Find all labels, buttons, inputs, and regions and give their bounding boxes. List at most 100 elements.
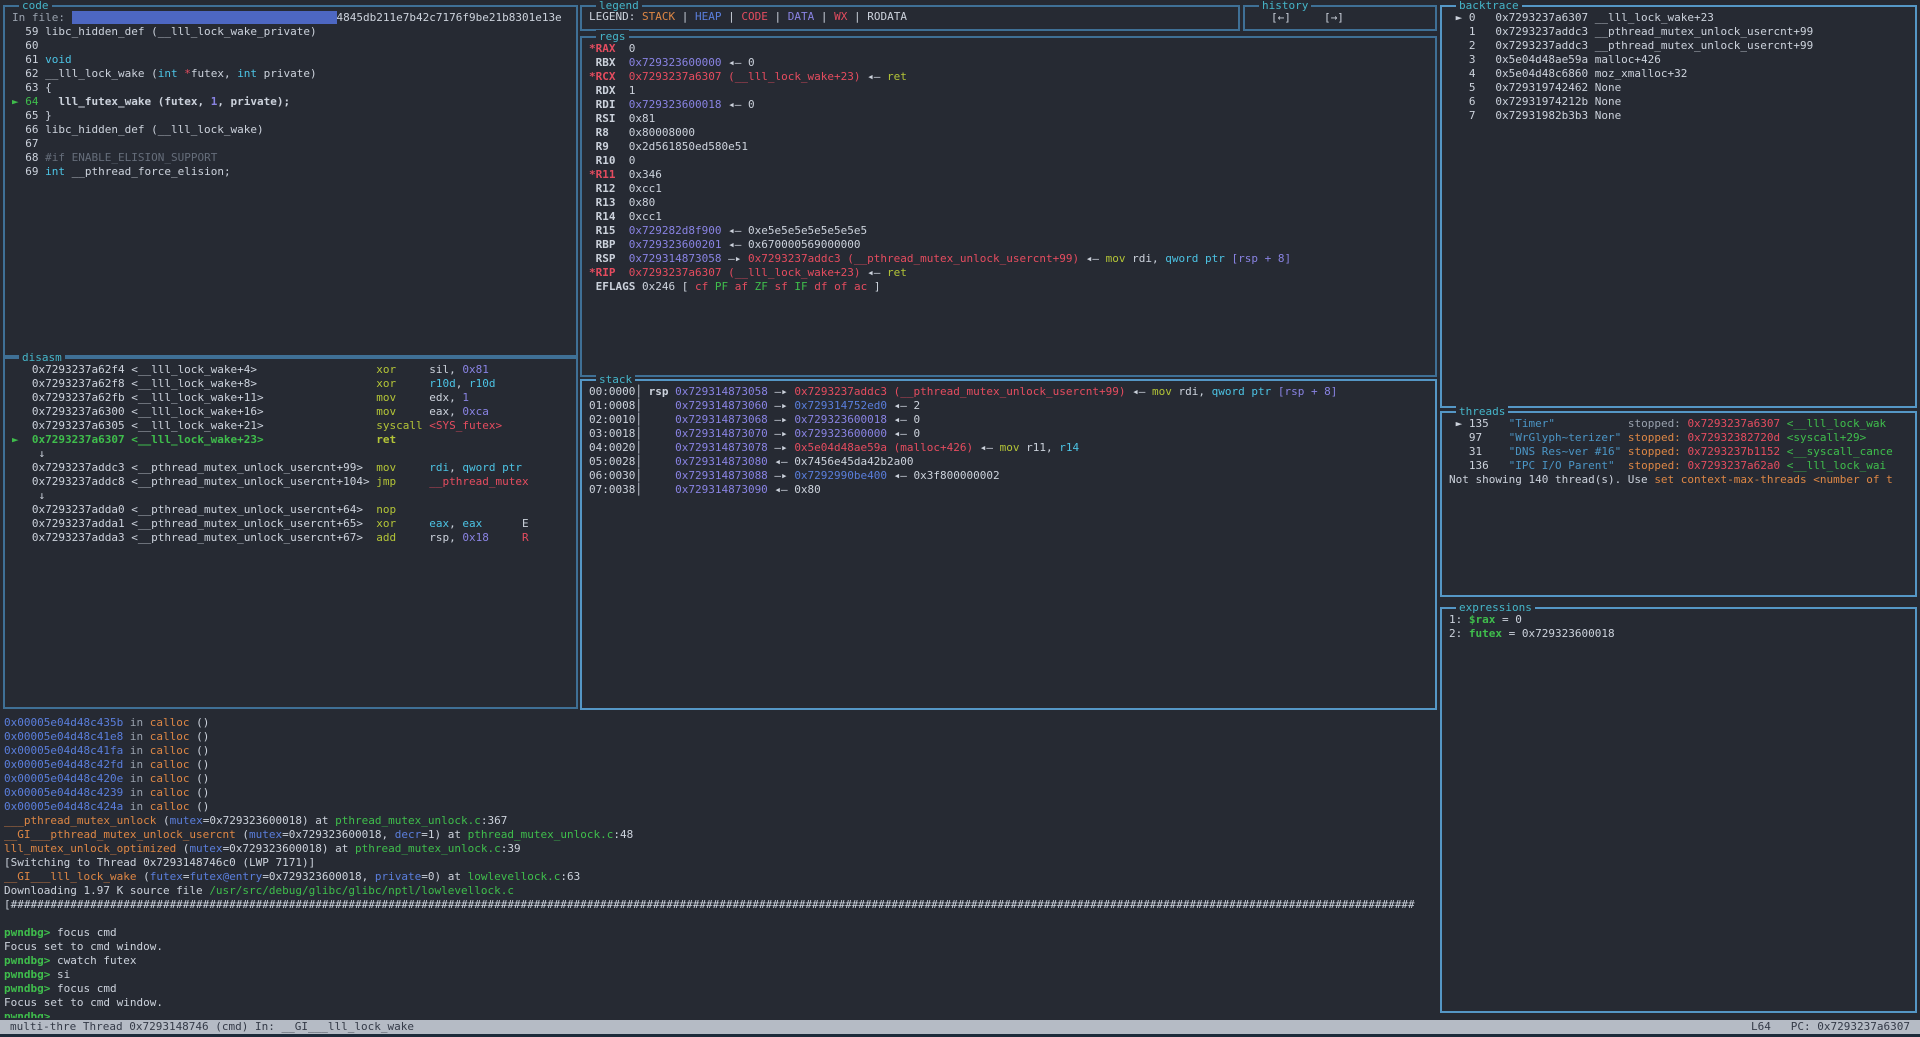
threads-panel: threads ► 135 "Timer" stopped: 0x7293237… xyxy=(1440,411,1917,597)
terminal-line: 0x00005e04d48c4239 in calloc () xyxy=(4,786,1437,800)
terminal-line: 01:0008│ 0x729314873060 —▸ 0x729314752ed… xyxy=(589,399,1428,413)
history-back-button[interactable]: [←] xyxy=(1271,11,1291,24)
terminal-line: ↓ xyxy=(12,447,569,461)
terminal-line: EFLAGS 0x246 [ cf PF af ZF sf IF df of a… xyxy=(589,280,1428,294)
registers-content: *RAX 0 RBX 0x729323600000 ◂— 0*RCX 0x729… xyxy=(582,38,1435,375)
terminal-line: 04:0020│ 0x729314873078 —▸ 0x5e04d48ae59… xyxy=(589,441,1428,455)
terminal-line: 02:0010│ 0x729314873068 —▸ 0x72932360001… xyxy=(589,413,1428,427)
terminal-line: pwndbg> xyxy=(4,1010,1437,1018)
disassembly-panel-title: disasm xyxy=(19,351,65,364)
terminal-line: pwndbg> focus cmd xyxy=(4,982,1437,996)
status-bar: multi-thre Thread 0x7293148746 (cmd) In:… xyxy=(0,1020,1920,1034)
terminal-line: *RCX 0x7293237a6307 (__lll_lock_wake+23)… xyxy=(589,70,1428,84)
terminal-line: *RIP 0x7293237a6307 (__lll_lock_wake+23)… xyxy=(589,266,1428,280)
code-panel: code In file: 4845db211e7b42c7176f9be21b… xyxy=(3,5,578,357)
terminal-line: 0x00005e04d48c41e8 in calloc () xyxy=(4,730,1437,744)
terminal-line: 0x00005e04d48c41fa in calloc () xyxy=(4,744,1437,758)
stack-content: 00:0000│ rsp 0x729314873058 —▸ 0x7293237… xyxy=(582,381,1435,708)
history-forward-button[interactable]: [→] xyxy=(1324,11,1344,24)
legend-panel-title: legend xyxy=(596,0,642,12)
command-output-area[interactable]: 0x00005e04d48c435b in calloc ()0x00005e0… xyxy=(4,716,1437,1018)
terminal-line: RBX 0x729323600000 ◂— 0 xyxy=(589,56,1428,70)
terminal-line: R10 0 xyxy=(589,154,1428,168)
backtrace-panel-title: backtrace xyxy=(1456,0,1522,12)
terminal-line: 00:0000│ rsp 0x729314873058 —▸ 0x7293237… xyxy=(589,385,1428,399)
terminal-line: 62 __lll_lock_wake (int *futex, int priv… xyxy=(12,67,569,81)
terminal-line: 59 libc_hidden_def (__lll_lock_wake_priv… xyxy=(12,25,569,39)
terminal-line: __GI___pthread_mutex_unlock_usercnt (mut… xyxy=(4,828,1437,842)
terminal-line: 0x7293237addc8 <__pthread_mutex_unlock_u… xyxy=(12,475,569,489)
terminal-line: 1 0x7293237addc3 __pthread_mutex_unlock_… xyxy=(1449,25,1908,39)
terminal-line: 0x7293237adda3 <__pthread_mutex_unlock_u… xyxy=(12,531,569,545)
terminal-line: Not showing 140 thread(s). Use set conte… xyxy=(1449,473,1908,487)
threads-content: ► 135 "Timer" stopped: 0x7293237a6307 <_… xyxy=(1442,413,1915,595)
terminal-line: 63 { xyxy=(12,81,569,95)
expressions-panel-title: expressions xyxy=(1456,601,1535,614)
terminal-line: 0x00005e04d48c424a in calloc () xyxy=(4,800,1437,814)
terminal-line: __GI___lll_lock_wake (futex=futex@entry=… xyxy=(4,870,1437,884)
terminal-line: 31 "DNS Res~ver #16" stopped: 0x7293237b… xyxy=(1449,445,1908,459)
terminal-line: 97 "WrGlyph~terizer" stopped: 0x72932382… xyxy=(1449,431,1908,445)
terminal-line: ► 0 0x7293237a6307 __lll_lock_wake+23 xyxy=(1449,11,1908,25)
terminal-line: 0x00005e04d48c420e in calloc () xyxy=(4,772,1437,786)
terminal-line: 4 0x5e04d48c6860 moz_xmalloc+32 xyxy=(1449,67,1908,81)
backtrace-panel: backtrace ► 0 0x7293237a6307 __lll_lock_… xyxy=(1440,5,1917,408)
stack-panel-title: stack xyxy=(596,373,635,386)
terminal-line: Focus set to cmd window. xyxy=(4,996,1437,1010)
pwndbg-terminal: code In file: 4845db211e7b42c7176f9be21b… xyxy=(0,0,1920,1037)
legend-panel: legend LEGEND: STACK | HEAP | CODE | DAT… xyxy=(580,5,1240,31)
terminal-line: ↓ xyxy=(12,489,569,503)
code-panel-title: code xyxy=(19,0,52,12)
terminal-line: [Switching to Thread 0x7293148746c0 (LWP… xyxy=(4,856,1437,870)
terminal-line: ► 135 "Timer" stopped: 0x7293237a6307 <_… xyxy=(1449,417,1908,431)
terminal-line: 0x7293237a6305 <__lll_lock_wake+21> sysc… xyxy=(12,419,569,433)
terminal-line: 1: $rax = 0 xyxy=(1449,613,1908,627)
terminal-line: 69 int __pthread_force_elision; xyxy=(12,165,569,179)
history-panel: history [←] [→] xyxy=(1243,5,1437,31)
registers-panel: regs *RAX 0 RBX 0x729323600000 ◂— 0*RCX … xyxy=(580,36,1437,377)
terminal-line: 07:0038│ 0x729314873090 ◂— 0x80 xyxy=(589,483,1428,497)
terminal-line: 0x00005e04d48c435b in calloc () xyxy=(4,716,1437,730)
terminal-line: 0x7293237adda0 <__pthread_mutex_unlock_u… xyxy=(12,503,569,517)
backtrace-content: ► 0 0x7293237a6307 __lll_lock_wake+23 1 … xyxy=(1442,7,1915,406)
terminal-line: RSP 0x729314873058 —▸ 0x7293237addc3 (__… xyxy=(589,252,1428,266)
expressions-panel: expressions 1: $rax = 02: futex = 0x7293… xyxy=(1440,607,1917,1013)
terminal-line: 6 0x72931974212b None xyxy=(1449,95,1908,109)
terminal-line: In file: 4845db211e7b42c7176f9be21b8301e… xyxy=(12,11,569,25)
expressions-content: 1: $rax = 02: futex = 0x729323600018 xyxy=(1442,609,1915,1011)
terminal-line: R13 0x80 xyxy=(589,196,1428,210)
terminal-line: 3 0x5e04d48ae59a malloc+426 xyxy=(1449,53,1908,67)
terminal-line: pwndbg> cwatch futex xyxy=(4,954,1437,968)
terminal-line: R15 0x729282d8f900 ◂— 0xe5e5e5e5e5e5e5e5 xyxy=(589,224,1428,238)
disassembly-content: 0x7293237a62f4 <__lll_lock_wake+4> xor s… xyxy=(5,359,576,707)
stack-panel: stack 00:0000│ rsp 0x729314873058 —▸ 0x7… xyxy=(580,379,1437,710)
terminal-line: ► 0x7293237a6307 <__lll_lock_wake+23> re… xyxy=(12,433,569,447)
terminal-line: 61 void xyxy=(12,53,569,67)
legend-content: LEGEND: STACK | HEAP | CODE | DATA | WX … xyxy=(582,7,1238,29)
terminal-line: 0x7293237addc3 <__pthread_mutex_unlock_u… xyxy=(12,461,569,475)
terminal-line: R9 0x2d561850ed580e51 xyxy=(589,140,1428,154)
terminal-line: 06:0030│ 0x729314873088 —▸ 0x7292990be40… xyxy=(589,469,1428,483)
terminal-line: 67 xyxy=(12,137,569,151)
history-panel-title: history xyxy=(1259,0,1311,12)
terminal-line: 0x7293237adda1 <__pthread_mutex_unlock_u… xyxy=(12,517,569,531)
terminal-line: lll_mutex_unlock_optimized (mutex=0x7293… xyxy=(4,842,1437,856)
terminal-line: pwndbg> si xyxy=(4,968,1437,982)
terminal-line: 0x7293237a62f4 <__lll_lock_wake+4> xor s… xyxy=(12,363,569,377)
terminal-line: [#######################################… xyxy=(4,898,1437,912)
terminal-line: R8 0x80008000 xyxy=(589,126,1428,140)
terminal-line: 0x7293237a6300 <__lll_lock_wake+16> mov … xyxy=(12,405,569,419)
terminal-line: 0x00005e04d48c42fd in calloc () xyxy=(4,758,1437,772)
disassembly-panel: disasm 0x7293237a62f4 <__lll_lock_wake+4… xyxy=(3,357,578,709)
terminal-line: 0x7293237a62fb <__lll_lock_wake+11> mov … xyxy=(12,391,569,405)
terminal-line: ___pthread_mutex_unlock (mutex=0x7293236… xyxy=(4,814,1437,828)
terminal-line: 05:0028│ 0x729314873080 ◂— 0x7456e45da42… xyxy=(589,455,1428,469)
terminal-line xyxy=(4,912,1437,926)
terminal-line: 68 #if ENABLE_ELISION_SUPPORT xyxy=(12,151,569,165)
terminal-line: *RAX 0 xyxy=(589,42,1428,56)
terminal-line: RDX 1 xyxy=(589,84,1428,98)
threads-panel-title: threads xyxy=(1456,405,1508,418)
history-gap xyxy=(1291,11,1324,24)
terminal-line: RBP 0x729323600201 ◂— 0x670000569000000 xyxy=(589,238,1428,252)
terminal-line: 5 0x729319742462 None xyxy=(1449,81,1908,95)
